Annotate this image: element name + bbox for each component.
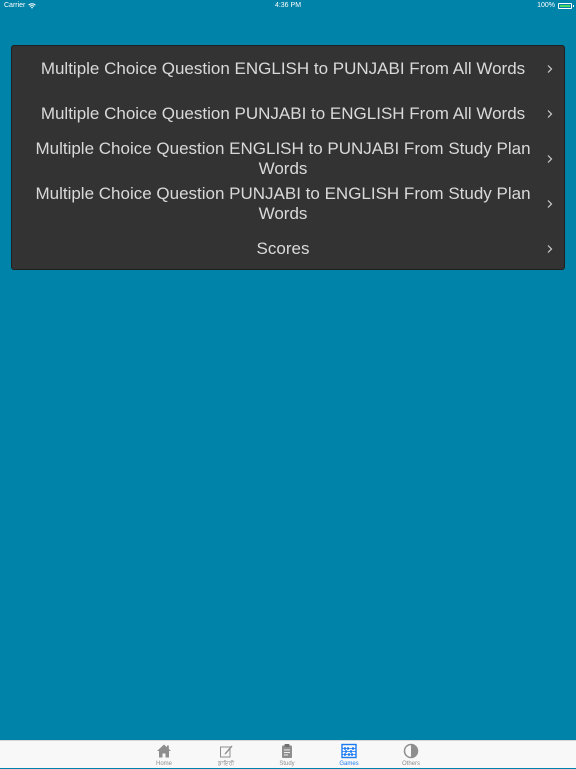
- tab-others[interactable]: Others: [386, 741, 436, 769]
- home-icon: [157, 744, 171, 758]
- chevron-right-icon: [547, 244, 553, 253]
- tab-label: Games: [339, 761, 359, 767]
- menu-item-mcq-en-pa-study[interactable]: Multiple Choice Question ENGLISH to PUNJ…: [12, 136, 564, 181]
- menu-item-label: Multiple Choice Question ENGLISH to PUNJ…: [40, 58, 526, 78]
- tab-label: Others: [401, 761, 420, 767]
- tab-label: ਡਾਇਰੀ: [217, 761, 235, 767]
- status-bar: Carrier 4:36 PM 100%: [0, 0, 576, 12]
- menu-item-mcq-pa-en-study[interactable]: Multiple Choice Question PUNJABI to ENGL…: [12, 181, 564, 226]
- clipboard-icon: [282, 744, 292, 758]
- menu-item-label: Scores: [256, 238, 310, 258]
- abacus-icon: [341, 743, 357, 759]
- tab-label: Study: [279, 761, 295, 767]
- tab-label: Home: [155, 761, 172, 767]
- tab-diary[interactable]: ਡਾਇਰੀ: [201, 741, 251, 769]
- battery-fill: [560, 5, 570, 7]
- battery-icon: [558, 3, 574, 9]
- status-time: 4:36 PM: [274, 2, 302, 9]
- tab-study[interactable]: Study: [262, 741, 312, 769]
- menu-item-label: Multiple Choice Question PUNJABI to ENGL…: [35, 183, 531, 223]
- tab-home[interactable]: Home: [139, 741, 189, 769]
- edit-icon: [220, 745, 233, 758]
- tab-games[interactable]: Games: [324, 741, 374, 769]
- menu-item-label: Multiple Choice Question ENGLISH to PUNJ…: [35, 138, 531, 178]
- status-right: 100%: [537, 0, 574, 12]
- chevron-right-icon: [547, 154, 553, 163]
- half-circle-icon: [403, 743, 419, 759]
- battery-percent: 100%: [537, 2, 555, 9]
- menu-item-mcq-en-pa-all[interactable]: Multiple Choice Question ENGLISH to PUNJ…: [12, 46, 564, 91]
- chevron-right-icon: [547, 109, 553, 118]
- tab-bar: Home ਡਾਇਰੀ Study Games Others: [0, 740, 576, 768]
- menu-item-mcq-pa-en-all[interactable]: Multiple Choice Question PUNJABI to ENGL…: [12, 91, 564, 136]
- menu-item-label: Multiple Choice Question PUNJABI to ENGL…: [40, 103, 526, 123]
- games-menu: Multiple Choice Question ENGLISH to PUNJ…: [11, 45, 565, 270]
- chevron-right-icon: [547, 64, 553, 73]
- chevron-right-icon: [547, 199, 553, 208]
- menu-item-scores[interactable]: Scores: [12, 226, 564, 271]
